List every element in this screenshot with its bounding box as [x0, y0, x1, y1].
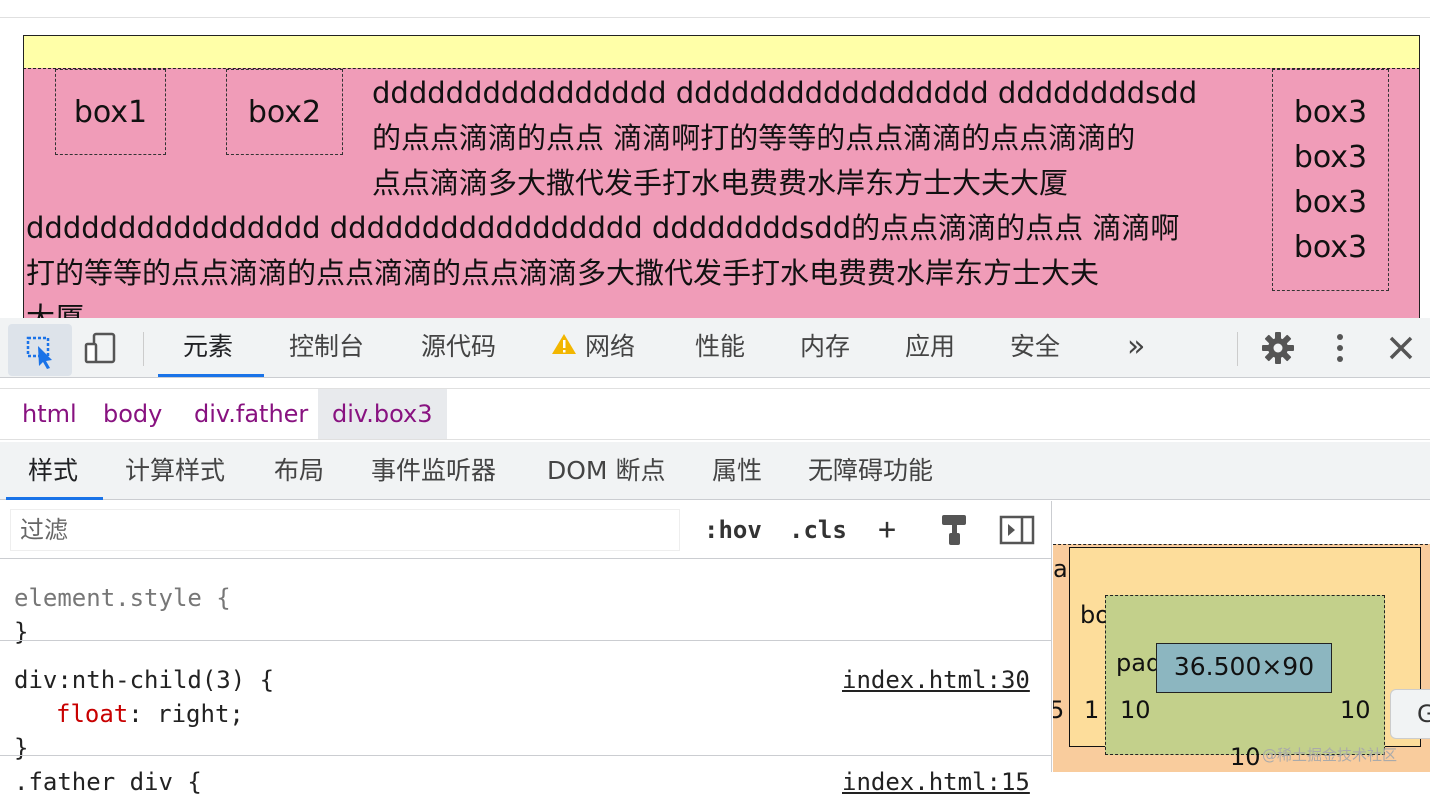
active-tab-indicator	[158, 374, 264, 377]
floating-g-button[interactable]: G	[1390, 689, 1430, 739]
tab-sources[interactable]: 源代码	[421, 318, 496, 378]
devtools-panel: 元素 控制台 源代码 网络 性能 内存 应用 安全 » html body di…	[0, 318, 1430, 796]
subtab-layout[interactable]: 布局	[274, 442, 324, 500]
subtab-styles[interactable]: 样式	[28, 442, 78, 500]
styles-pane: 过滤 :hov .cls + element.style { } div:nth…	[0, 501, 1052, 796]
rule-close-brace: }	[14, 734, 29, 762]
tab-network[interactable]: 网络	[551, 318, 635, 378]
text-line: 大厦	[26, 301, 85, 318]
rule-divider	[0, 640, 1052, 641]
box1: box1	[55, 69, 166, 155]
breadcrumb-div-box3[interactable]: div.box3	[318, 389, 447, 439]
text-line: 打的等等的点点滴滴的点点滴滴的点点滴滴多大撒代发手打水电费费水岸东方士大夫	[26, 256, 1100, 290]
rule-declaration: float: right;	[56, 697, 244, 731]
close-icon[interactable]	[1381, 328, 1421, 368]
breadcrumb-div-father[interactable]: div.father	[194, 389, 308, 439]
toolbar-separator	[143, 332, 144, 366]
new-style-rule-button[interactable]: +	[878, 509, 896, 551]
border-left-value[interactable]: 1	[1084, 696, 1099, 724]
tab-elements[interactable]: 元素	[183, 318, 233, 378]
box2: box2	[226, 69, 343, 155]
source-link[interactable]: index.html:30	[842, 663, 1030, 697]
toggle-sidebar-icon[interactable]	[998, 511, 1038, 551]
active-subtab-indicator	[6, 497, 103, 500]
source-link[interactable]: index.html:15	[842, 765, 1030, 799]
hov-toggle[interactable]: :hov	[704, 509, 762, 551]
rule-close-brace: }	[14, 618, 29, 646]
cls-toggle[interactable]: .cls	[789, 509, 847, 551]
subtab-properties[interactable]: 属性	[712, 442, 762, 500]
tab-performance[interactable]: 性能	[695, 318, 745, 378]
breadcrumb: html body div.father div.box3	[0, 388, 1430, 440]
text-line: 点点滴滴多大撒代发手打水电费费水岸东方士大夫大厦	[372, 166, 1069, 200]
tab-console[interactable]: 控制台	[289, 318, 364, 378]
box3-line: box3	[1293, 95, 1368, 130]
property-name[interactable]: float	[56, 700, 128, 728]
margin-left-value[interactable]: 5	[1053, 696, 1064, 724]
watermark-text: @稀土掘金技术社区	[1262, 746, 1398, 764]
box-model-content[interactable]: 36.500×90	[1156, 643, 1332, 693]
toolbar-separator	[1237, 332, 1238, 366]
yellow-header-box	[23, 35, 1420, 69]
colon: :	[128, 700, 158, 728]
tab-security[interactable]: 安全	[1010, 318, 1060, 378]
subtab-event-listeners[interactable]: 事件监听器	[371, 442, 496, 500]
tab-network-label: 网络	[585, 332, 636, 361]
inspect-element-icon[interactable]	[8, 324, 72, 376]
text-line: dddddddddddddddd ddddddddddddddddd ddddd…	[372, 76, 1198, 110]
styles-filter-bar: 过滤 :hov .cls +	[0, 501, 1052, 559]
text-line: 的点点滴滴的点点 滴滴啊打的等等的点点滴滴的点点滴滴的	[372, 121, 1136, 155]
kebab-menu-icon[interactable]	[1320, 328, 1360, 368]
box3: box3 box3 box3 box3	[1272, 69, 1389, 291]
father-container: box1 box2 box3 box3 box3 box3 dddddddddd…	[23, 68, 1420, 318]
breadcrumb-body[interactable]: body	[103, 389, 162, 439]
more-tabs-button[interactable]: »	[1127, 318, 1145, 378]
subtab-dom-breakpoints[interactable]: DOM 断点	[547, 442, 665, 500]
devtools-tabbar: 元素 控制台 源代码 网络 性能 内存 应用 安全 »	[0, 318, 1430, 378]
tab-application[interactable]: 应用	[905, 318, 955, 378]
box3-line: box3	[1293, 230, 1368, 265]
filter-input[interactable]: 过滤	[10, 509, 680, 551]
device-toolbar-icon[interactable]	[82, 328, 122, 368]
text-line: dddddddddddddddd ddddddddddddddddd ddddd…	[26, 211, 1180, 245]
tab-memory[interactable]: 内存	[800, 318, 850, 378]
rule-selector: .father div {	[14, 768, 202, 796]
breadcrumb-html[interactable]: html	[22, 389, 77, 439]
paint-roller-icon[interactable]	[938, 511, 978, 551]
rule-divider	[0, 755, 1052, 756]
rule-selector: div:nth-child(3) {	[14, 666, 275, 694]
padding-right-value[interactable]: 10	[1340, 696, 1371, 724]
box3-line: box3	[1293, 140, 1368, 175]
element-style-text: element.style {	[14, 584, 231, 612]
padding-bottom-value[interactable]: 10	[1230, 743, 1261, 771]
page-top-divider	[0, 17, 1430, 18]
element-style-selector: element.style {	[14, 581, 231, 615]
warning-icon	[551, 319, 577, 377]
padding-left-value[interactable]: 10	[1120, 696, 1151, 724]
styles-subtabs: 样式 计算样式 布局 事件监听器 DOM 断点 属性 无障碍功能	[0, 442, 1430, 500]
box3-line: box3	[1293, 185, 1368, 220]
property-value[interactable]: right;	[157, 700, 244, 728]
box-model-diagram: argin 15 border 1 padding 10 36.500×90 5…	[1053, 501, 1430, 772]
rendered-page: box1 box2 box3 box3 box3 box3 dddddddddd…	[0, 0, 1430, 318]
subtab-accessibility[interactable]: 无障碍功能	[808, 442, 933, 500]
subtab-computed[interactable]: 计算样式	[125, 442, 225, 500]
gear-icon[interactable]	[1258, 328, 1298, 368]
